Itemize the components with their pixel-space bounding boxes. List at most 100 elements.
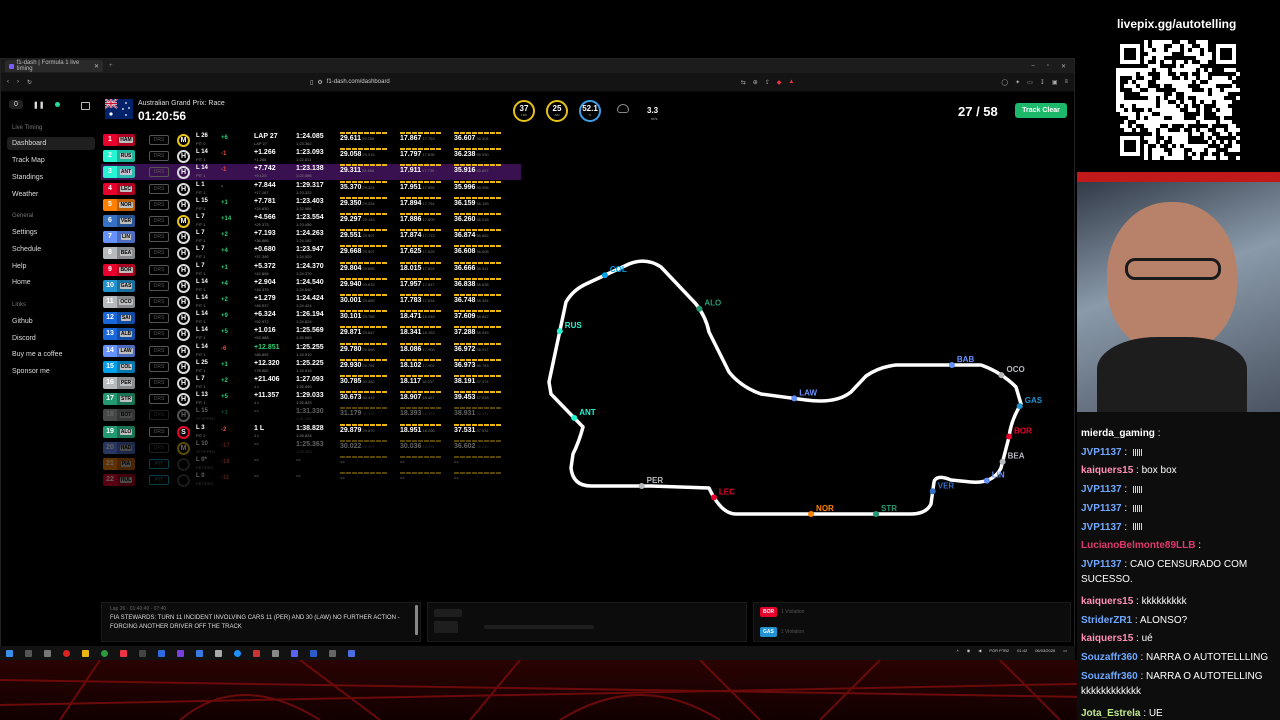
driver-marker-dot[interactable] (696, 305, 703, 312)
driver-row[interactable]: 15 COL DRS H L 25 PIT 1 +1 +12.320 +78.952 1:25.2… (101, 358, 521, 375)
discord-icon[interactable] (291, 649, 298, 657)
chat-username[interactable]: Souzaffr360 (1081, 671, 1138, 682)
calculator-icon[interactable] (215, 649, 222, 657)
tray-arrow-icon[interactable]: ˄ (956, 648, 958, 653)
driver-row[interactable]: 3 ANT DRS H L 14 PIT 1 -1 +7.742 +9.123 1:23.138 1… (101, 164, 521, 181)
driver-row[interactable]: 9 BOR DRS H L 7 PIT 1 +1 +5.372 +42.898 1:24.370 1… (101, 261, 521, 278)
zoom-icon[interactable]: ⊕ (753, 79, 758, 86)
chat-username[interactable]: StriderZR1 (1081, 615, 1132, 626)
media-encoder-icon[interactable] (196, 649, 203, 657)
race-control-scrollbar[interactable] (415, 605, 418, 635)
menu-icon[interactable]: ≡ (1064, 79, 1068, 86)
sidebar-link-coffee[interactable]: Buy me a coffee (12, 351, 62, 358)
driver-row[interactable]: 1 HAM DRS M L 26 PIT 0 +6 LAP 27 LAP 27 1:24.085 1… (101, 132, 521, 148)
maximize-icon[interactable]: ▫ (1047, 63, 1049, 70)
chat-username[interactable]: JVP1137 (1081, 559, 1122, 570)
obs-icon[interactable] (253, 649, 260, 657)
close-tab-icon[interactable]: ✕ (94, 63, 99, 70)
opera-icon[interactable] (63, 649, 70, 657)
minimize-icon[interactable]: – (1031, 63, 1034, 70)
close-window-icon[interactable]: ✕ (1061, 63, 1066, 70)
wallet-icon[interactable]: ▣ (1052, 79, 1058, 86)
driver-row[interactable]: 21 PIA PIT L 0* RETIRED -16 -- -- -- -- -- (101, 456, 521, 472)
pause-icon[interactable]: ❚❚ (33, 101, 45, 109)
volume-icon[interactable]: ◀ (978, 648, 981, 653)
driver-row[interactable]: 20 HAD DRS M L 10 STOPPED -17 -- 1:25.363 1:25.36… (101, 439, 521, 456)
forward-icon[interactable]: › (17, 79, 19, 85)
chat-username[interactable]: JVP1137 (1081, 503, 1122, 514)
driver-marker-dot[interactable] (999, 458, 1006, 465)
driver-row[interactable]: 10 GAS DRS H L 14 PIT 1 +4 +2.904 +45.375 1:24.54… (101, 277, 521, 294)
stream-deck-icon[interactable] (329, 649, 336, 657)
edge-icon[interactable] (234, 649, 241, 657)
driver-row[interactable]: 16 PER DRS H L 7 PIT 1 +2 +21.406 1 L 1:27.093 1:2… (101, 375, 521, 391)
driver-row[interactable]: 12 SAI DRS H L 14 PIT 1 +9 +6.324 +52.972 1:26.19… (101, 310, 521, 326)
driver-row[interactable]: 4 LEC DRS H L 1 PIT 1 - +7.844 +17.167 1:29.317 1:… (101, 180, 521, 197)
sidebar-item-track-map[interactable]: Track Map (12, 157, 45, 164)
clock-date[interactable]: 06/03/2026 (1035, 648, 1055, 653)
sidebar-item-settings[interactable]: Settings (12, 229, 37, 236)
clock-time[interactable]: 01:42 (1017, 648, 1027, 653)
chat-username[interactable]: Jota_Estrela (1081, 708, 1140, 719)
chat-icon[interactable]: ◯ (1001, 79, 1008, 86)
driver-row[interactable]: 11 OCO DRS H L 14 PIT 1 +2 +1.279 +46.537 1:24.42… (101, 294, 521, 310)
driver-marker-dot[interactable] (556, 328, 563, 335)
sidebar-item-help[interactable]: Help (12, 263, 26, 270)
translate-icon[interactable]: ⇆ (741, 79, 746, 86)
sidebar-item-standings[interactable]: Standings (12, 174, 43, 181)
driver-marker-dot[interactable] (929, 488, 936, 495)
driver-row[interactable]: 17 STR DRS H L 13 PIT 1 +5 +11.357 1 L 1:29.033 1:… (101, 391, 521, 407)
driver-marker-dot[interactable] (1006, 433, 1013, 440)
driver-row[interactable]: 14 LAW DRS H L 14 PIT 1 -6 +12.851 +66.892 1:25.2… (101, 342, 521, 359)
url-field[interactable]: ▯ ⚙ f1-dash.com/dashboard (310, 79, 390, 86)
driver-row[interactable]: 2 RUS DRS H L 14 PIT 1 -1 +1.266 +1.266 1:23.093 1… (101, 148, 521, 164)
terminal-icon[interactable] (139, 649, 146, 657)
premiere-icon[interactable] (177, 649, 184, 657)
chrome-icon[interactable] (101, 649, 108, 657)
sidebar-link-github[interactable]: Github (12, 318, 33, 325)
notifications-icon[interactable]: ▭ (1063, 648, 1067, 653)
reload-icon[interactable]: ↻ (27, 79, 32, 86)
sidebar-item-weather[interactable]: Weather (12, 191, 38, 198)
sidebar-icon[interactable]: ▭ (1027, 79, 1033, 86)
share-icon[interactable]: ⇪ (765, 79, 770, 86)
chat-username[interactable]: mierda_gaming (1081, 428, 1155, 439)
driver-row[interactable]: 13 ALB DRS H L 14 PIT 1 +5 +1.016 +53.988 1:25.56… (101, 326, 521, 342)
chat-username[interactable]: kaiquers15 (1081, 465, 1133, 476)
delay-input[interactable]: 0 (9, 100, 23, 109)
notes-icon[interactable] (272, 649, 279, 657)
sidebar-item-home[interactable]: Home (12, 279, 31, 286)
chat-username[interactable]: JVP1137 (1081, 484, 1122, 495)
site-info-icon[interactable]: ⚙ (317, 79, 322, 86)
browser-tab[interactable]: f1-dash | Formula 1 live timing ✕ (5, 60, 103, 72)
driver-marker-dot[interactable] (1016, 403, 1023, 410)
driver-row[interactable]: 7 LIN DRS H L 7 PIT 1 +2 +7.193 +36.666 1:24.263 1… (101, 229, 521, 245)
driver-row[interactable]: 18 BOT DRS H L 15 STOPPED +1 -- 1:31.330 1:31.330… (101, 407, 521, 423)
start-icon[interactable] (6, 649, 13, 657)
driver-row[interactable]: 22 HUL PIT L 0 RETIRED -11 -- -- -- -- -- (101, 472, 521, 488)
brave-shield-icon[interactable]: ◆ (777, 79, 782, 86)
driver-marker-dot[interactable] (571, 414, 578, 421)
driver-marker-dot[interactable] (710, 494, 717, 501)
driver-row[interactable]: 19 ALO DRS S L 3 PIT 2 -2 1 L1 L 1:38.828 1:28.82… (101, 423, 521, 440)
new-tab-icon[interactable]: + (109, 63, 113, 69)
photoshop-icon[interactable] (158, 649, 165, 657)
sidebar-item-schedule[interactable]: Schedule (12, 246, 41, 253)
rewards-icon[interactable]: ▲ (788, 79, 794, 86)
collapse-sidebar-icon[interactable] (81, 102, 90, 110)
network-icon[interactable]: ◉ (967, 648, 971, 653)
driver-row[interactable]: 8 BEA DRS H L 7 PIT 1 +4 +0.680 +37.346 1:23.947 1… (101, 245, 521, 261)
file-explorer-icon[interactable] (82, 649, 89, 657)
radio-play-button[interactable] (434, 621, 458, 633)
radio-progress-bar[interactable] (484, 625, 594, 629)
driver-marker-dot[interactable] (983, 477, 990, 484)
sidebar-link-discord[interactable]: Discord (12, 335, 36, 342)
sidebar-link-sponsor[interactable]: Sponsor me (12, 368, 50, 375)
chat-username[interactable]: JVP1137 (1081, 447, 1122, 458)
chat-username[interactable]: LucianoBelmonte89LLB (1081, 540, 1195, 551)
chat-username[interactable]: kaiquers15 (1081, 633, 1133, 644)
audition-icon[interactable] (310, 649, 317, 657)
task-view-icon[interactable] (44, 649, 51, 657)
driver-marker-dot[interactable] (601, 272, 608, 279)
driver-marker-dot[interactable] (638, 483, 645, 489)
